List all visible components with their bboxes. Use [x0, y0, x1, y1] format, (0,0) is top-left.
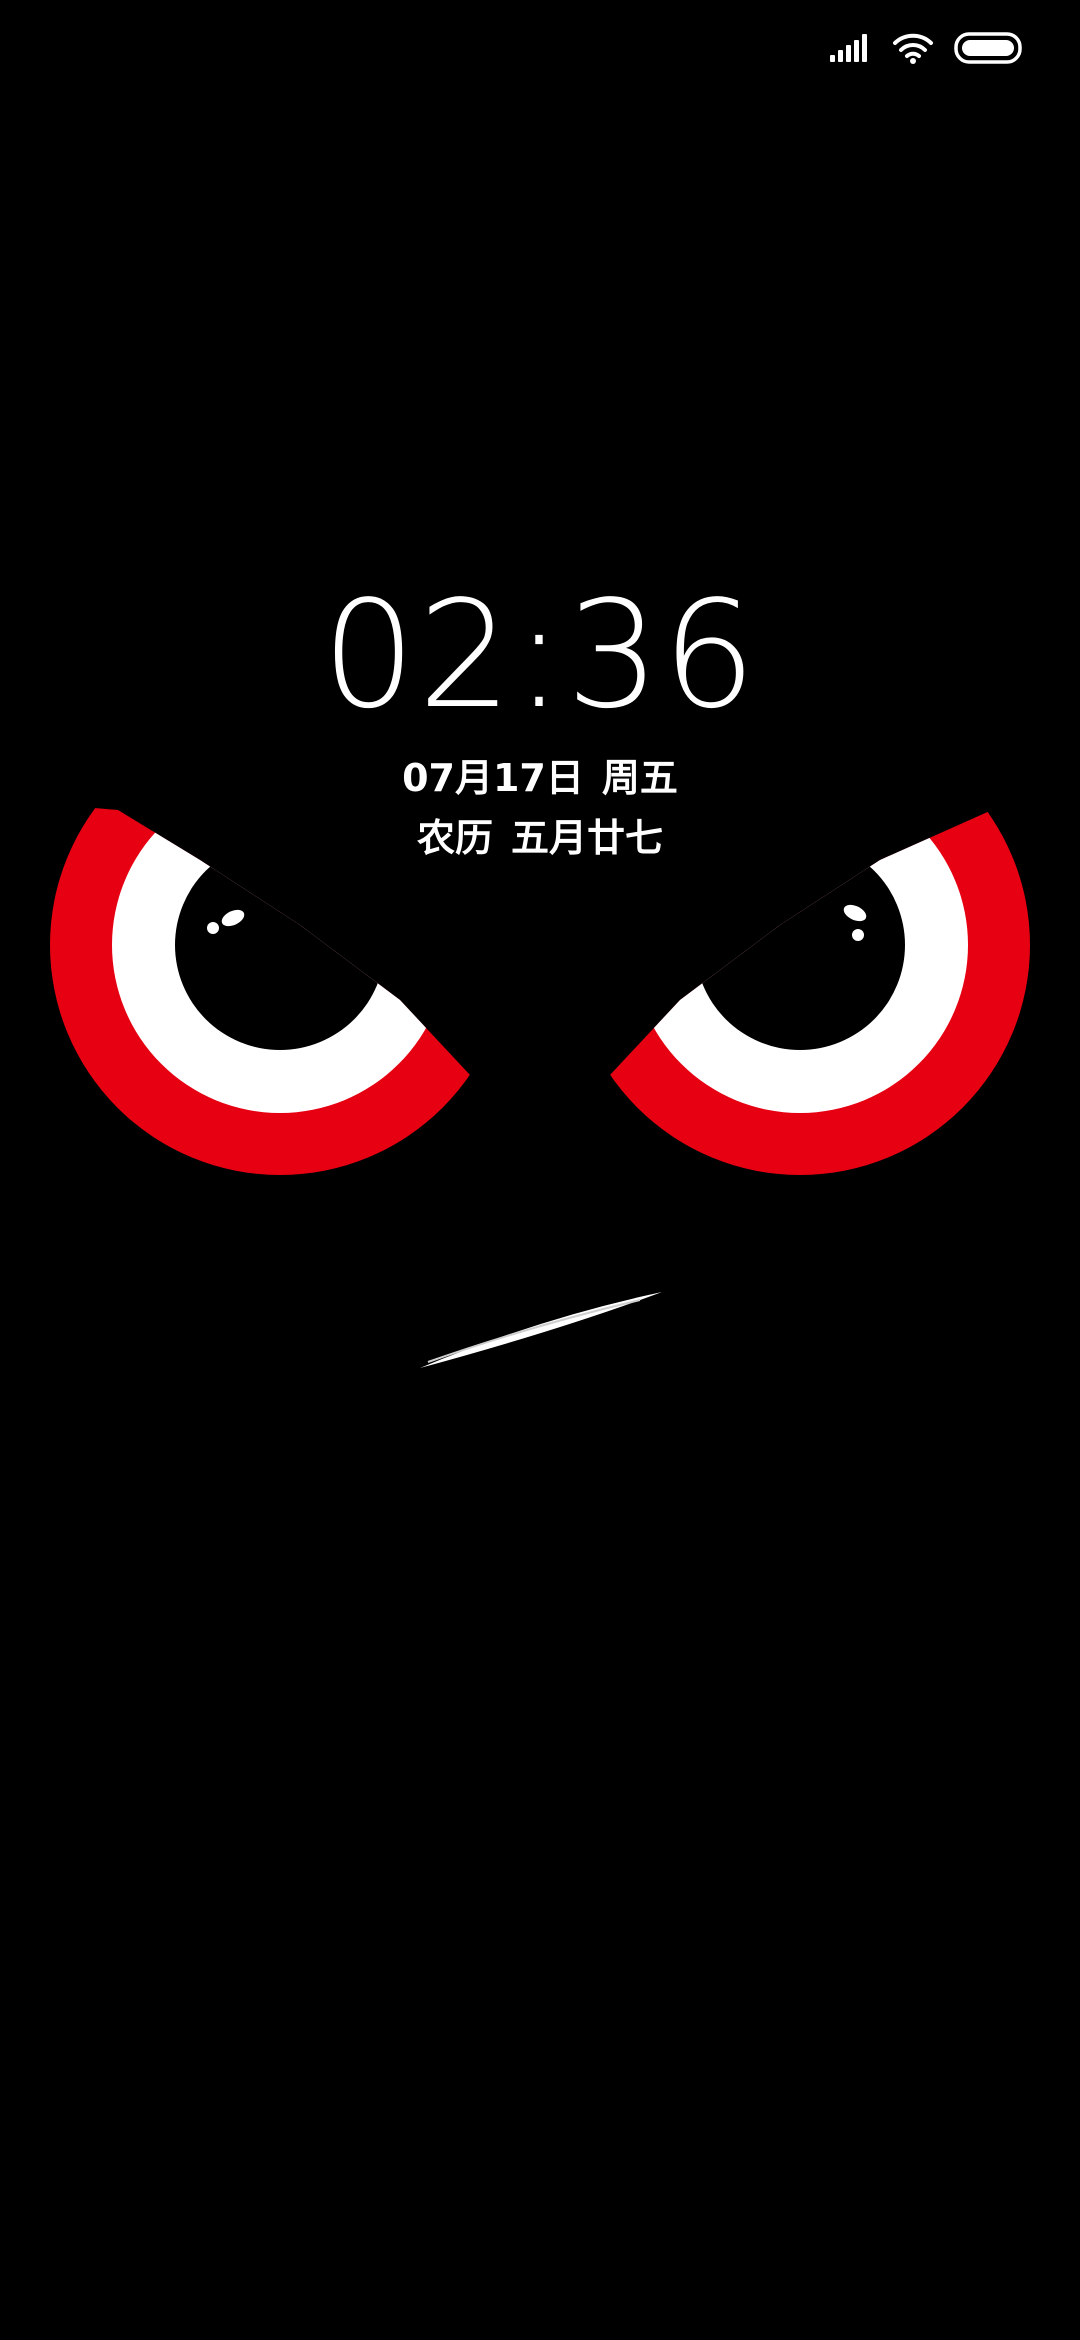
signal-icon: [830, 34, 872, 62]
weekday-text: 周五: [601, 756, 678, 800]
lunar-label: 农历: [416, 816, 493, 860]
angry-eyes-wallpaper: [50, 800, 1030, 1368]
wifi-icon: [892, 32, 934, 64]
left-eye-glint-dot: [207, 922, 219, 934]
status-bar: [830, 26, 1024, 70]
lockscreen-date: 07月17日 周五: [0, 754, 1080, 802]
lockscreen-clock: 02:36: [321, 569, 759, 741]
right-eye-glint-dot: [852, 929, 864, 941]
battery-icon: [954, 32, 1024, 64]
lockscreen-lunar-date: 农历 五月廿七: [0, 814, 1080, 862]
date-text: 07月17日: [402, 756, 584, 800]
lunar-date-text: 五月廿七: [511, 816, 664, 860]
